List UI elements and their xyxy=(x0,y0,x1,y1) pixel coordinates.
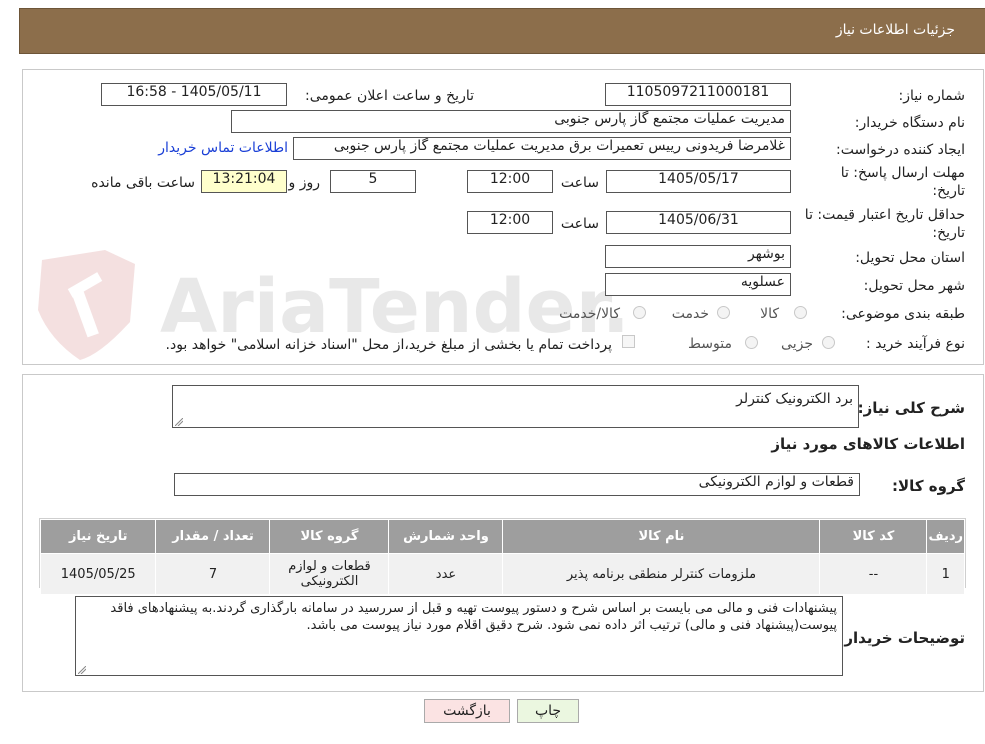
col-header-item-name: نام کالا xyxy=(502,519,821,554)
category-option-goods: کالا xyxy=(760,306,779,322)
deadline-date-field: 1405/05/17 xyxy=(606,170,791,193)
summary-text: برد الکترونیک کنترلر xyxy=(736,391,853,407)
summary-textarea[interactable]: برد الکترونیک کنترلر xyxy=(172,385,859,428)
goods-table-header-row: ردیف کد کالا نام کالا واحد شمارش گروه کا… xyxy=(39,519,965,554)
resize-handle-icon[interactable] xyxy=(175,418,183,426)
cell-row-number: 1 xyxy=(926,553,965,595)
cell-unit: عدد xyxy=(388,553,504,595)
requester-label: ایجاد کننده درخواست: xyxy=(836,142,965,158)
goods-info-title: اطلاعات کالاهای مورد نیاز xyxy=(771,435,965,453)
category-label: طبقه بندی موضوعی: xyxy=(841,306,965,322)
col-header-group: گروه کالا xyxy=(269,519,390,554)
deadline-time-label: ساعت xyxy=(560,175,599,191)
remaining-time-counter: 13:21:04 xyxy=(201,170,287,193)
category-radio-goods-service[interactable] xyxy=(633,306,646,319)
cell-item-name: ملزومات کنترلر منطقی برنامه پذیر xyxy=(502,553,821,595)
back-button[interactable]: بازگشت xyxy=(424,699,510,723)
page-title: جزئیات اطلاعات نیاز xyxy=(835,22,955,38)
requester-field: غلامرضا فریدونی رییس تعمیرات برق مدیریت … xyxy=(293,137,791,160)
process-radio-medium[interactable] xyxy=(745,336,758,349)
goods-group-field: قطعات و لوازم الکترونیکی xyxy=(174,473,860,496)
table-row: 1 -- ملزومات کنترلر منطقی برنامه پذیر عد… xyxy=(39,553,965,595)
deadline-time-field: 12:00 xyxy=(467,170,553,193)
buyer-contact-link[interactable]: اطلاعات تماس خریدار xyxy=(158,140,288,156)
city-label: شهر محل تحویل: xyxy=(863,278,965,294)
process-option-medium: متوسط xyxy=(688,336,732,352)
col-header-item-code: کد کالا xyxy=(819,519,928,554)
announce-datetime-field: 1405/05/11 - 16:58 xyxy=(101,83,287,106)
province-label: استان محل تحویل: xyxy=(855,250,965,266)
category-option-service: خدمت xyxy=(671,306,709,322)
buyer-notes-text: پیشنهادات فنی و مالی می بایست بر اساس شر… xyxy=(110,601,837,633)
announce-datetime-label: تاریخ و ساعت اعلان عمومی: xyxy=(305,88,474,104)
deadline-label: مهلت ارسال پاسخ: تا xyxy=(840,165,965,181)
goods-table: ردیف کد کالا نام کالا واحد شمارش گروه کا… xyxy=(39,519,965,595)
category-option-goods-service: کالا/خدمت xyxy=(559,306,620,322)
province-field: بوشهر xyxy=(605,245,791,268)
cell-need-date: 1405/05/25 xyxy=(39,553,157,595)
buyer-notes-label: توضیحات خریدار: xyxy=(838,629,965,647)
remaining-days-field: 5 xyxy=(330,170,416,193)
goods-group-label: گروه کالا: xyxy=(892,477,965,495)
goods-table-frame: ردیف کد کالا نام کالا واحد شمارش گروه کا… xyxy=(39,518,966,595)
price-validity-label: حداقل تاریخ اعتبار قیمت: تا xyxy=(804,207,965,223)
price-validity-label-date: تاریخ: xyxy=(932,225,965,241)
summary-label: شرح کلی نیاز: xyxy=(857,399,965,417)
cell-item-code: -- xyxy=(819,553,928,595)
process-type-label: نوع فرآیند خرید : xyxy=(866,336,965,352)
price-validity-time-label: ساعت xyxy=(560,216,599,232)
category-radio-goods[interactable] xyxy=(794,306,807,319)
page-header: جزئیات اطلاعات نیاز xyxy=(19,8,985,54)
col-header-need-date: تاریخ نیاز xyxy=(39,519,157,554)
buyer-org-label: نام دستگاه خریدار: xyxy=(854,115,965,131)
treasury-payment-note: پرداخت تمام یا بخشی از مبلغ خرید،از محل … xyxy=(165,337,612,353)
deadline-label-date: تاریخ: xyxy=(932,183,965,199)
print-button[interactable]: چاپ xyxy=(517,699,579,723)
remaining-days-label: روز و xyxy=(288,175,321,191)
buyer-org-field: مدیریت عملیات مجتمع گاز پارس جنوبی xyxy=(231,110,791,133)
process-radio-minor[interactable] xyxy=(822,336,835,349)
resize-handle-icon[interactable] xyxy=(78,666,86,674)
col-header-unit: واحد شمارش xyxy=(388,519,504,554)
buyer-notes-textarea[interactable]: پیشنهادات فنی و مالی می بایست بر اساس شر… xyxy=(75,596,843,676)
cell-quantity: 7 xyxy=(155,553,271,595)
col-header-quantity: تعداد / مقدار xyxy=(155,519,271,554)
city-field: عسلویه xyxy=(605,273,791,296)
category-radio-service[interactable] xyxy=(717,306,730,319)
treasury-payment-checkbox[interactable] xyxy=(622,335,635,348)
price-validity-time-field: 12:00 xyxy=(467,211,553,234)
need-number-field: 1105097211000181 xyxy=(605,83,791,106)
remaining-time-label: ساعت باقی مانده xyxy=(91,175,195,191)
cell-group: قطعات و لوازم الکترونیکی xyxy=(269,553,390,595)
process-option-minor: جزیی xyxy=(781,336,813,352)
col-header-row-number: ردیف xyxy=(926,519,965,554)
need-number-label: شماره نیاز: xyxy=(898,88,966,104)
price-validity-date-field: 1405/06/31 xyxy=(606,211,791,234)
